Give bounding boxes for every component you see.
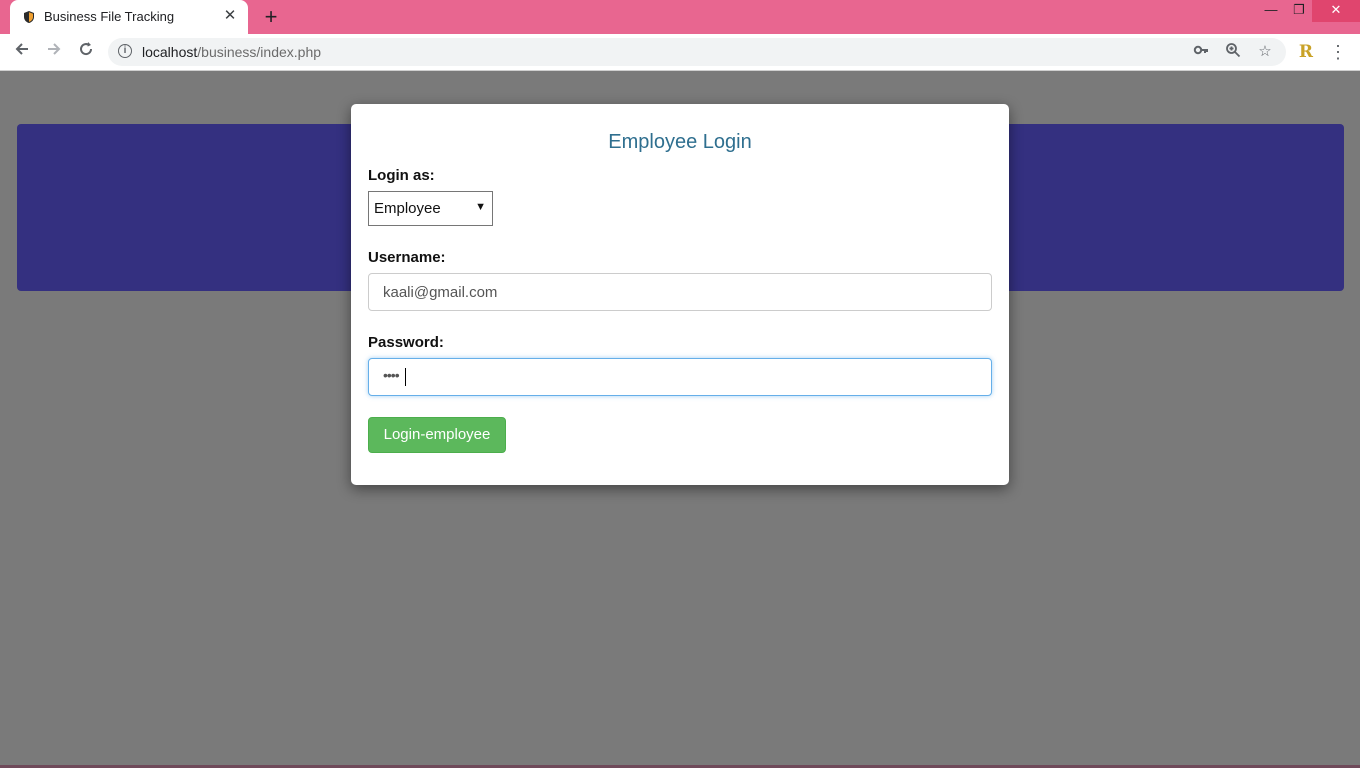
browser-toolbar: i localhost/business/index.php ☆ R ⋮	[0, 34, 1360, 71]
tab-title: Business File Tracking	[44, 9, 175, 24]
password-value: ••••	[383, 367, 400, 383]
tab-close-icon[interactable]: ✕	[220, 6, 240, 26]
extension-r-icon[interactable]: R	[1296, 42, 1316, 62]
forward-arrow-icon[interactable]	[42, 40, 66, 64]
username-input[interactable]: kaali@gmail.com	[368, 273, 992, 311]
chevron-down-icon: ▼	[475, 201, 486, 213]
text-caret	[405, 368, 406, 386]
bookmark-star-icon[interactable]: ☆	[1255, 42, 1275, 62]
username-label: Username:	[368, 249, 446, 266]
tab-strip: Business File Tracking ✕ + — ❐ ✕	[0, 0, 1360, 34]
kebab-menu-icon[interactable]: ⋮	[1328, 42, 1348, 62]
username-value: kaali@gmail.com	[383, 284, 498, 301]
login-as-value: Employee	[374, 200, 441, 217]
login-modal: Employee Login Login as: Employee ▼ User…	[351, 104, 1009, 485]
info-icon[interactable]: i	[118, 44, 132, 58]
page-viewport: Employee Login Login as: Employee ▼ User…	[0, 71, 1360, 768]
back-arrow-icon[interactable]	[10, 40, 34, 64]
restore-button[interactable]: ❐	[1282, 0, 1316, 22]
reload-icon[interactable]	[74, 40, 98, 64]
login-employee-button[interactable]: Login-employee	[368, 417, 506, 453]
key-icon[interactable]	[1191, 42, 1211, 62]
modal-title: Employee Login	[608, 131, 752, 153]
password-label: Password:	[368, 334, 444, 351]
login-as-select[interactable]: Employee ▼	[368, 191, 493, 226]
browser-tab[interactable]: Business File Tracking ✕	[10, 0, 248, 34]
login-as-label: Login as:	[368, 167, 435, 184]
shield-favicon-icon	[24, 11, 34, 23]
url-text[interactable]: localhost/business/index.php	[142, 44, 321, 60]
password-input[interactable]: ••••	[368, 358, 992, 396]
address-bar[interactable]: i localhost/business/index.php ☆	[108, 38, 1286, 66]
window-close-button[interactable]: ✕	[1312, 0, 1360, 22]
new-tab-button[interactable]: +	[258, 4, 284, 30]
zoom-icon[interactable]	[1223, 42, 1243, 62]
